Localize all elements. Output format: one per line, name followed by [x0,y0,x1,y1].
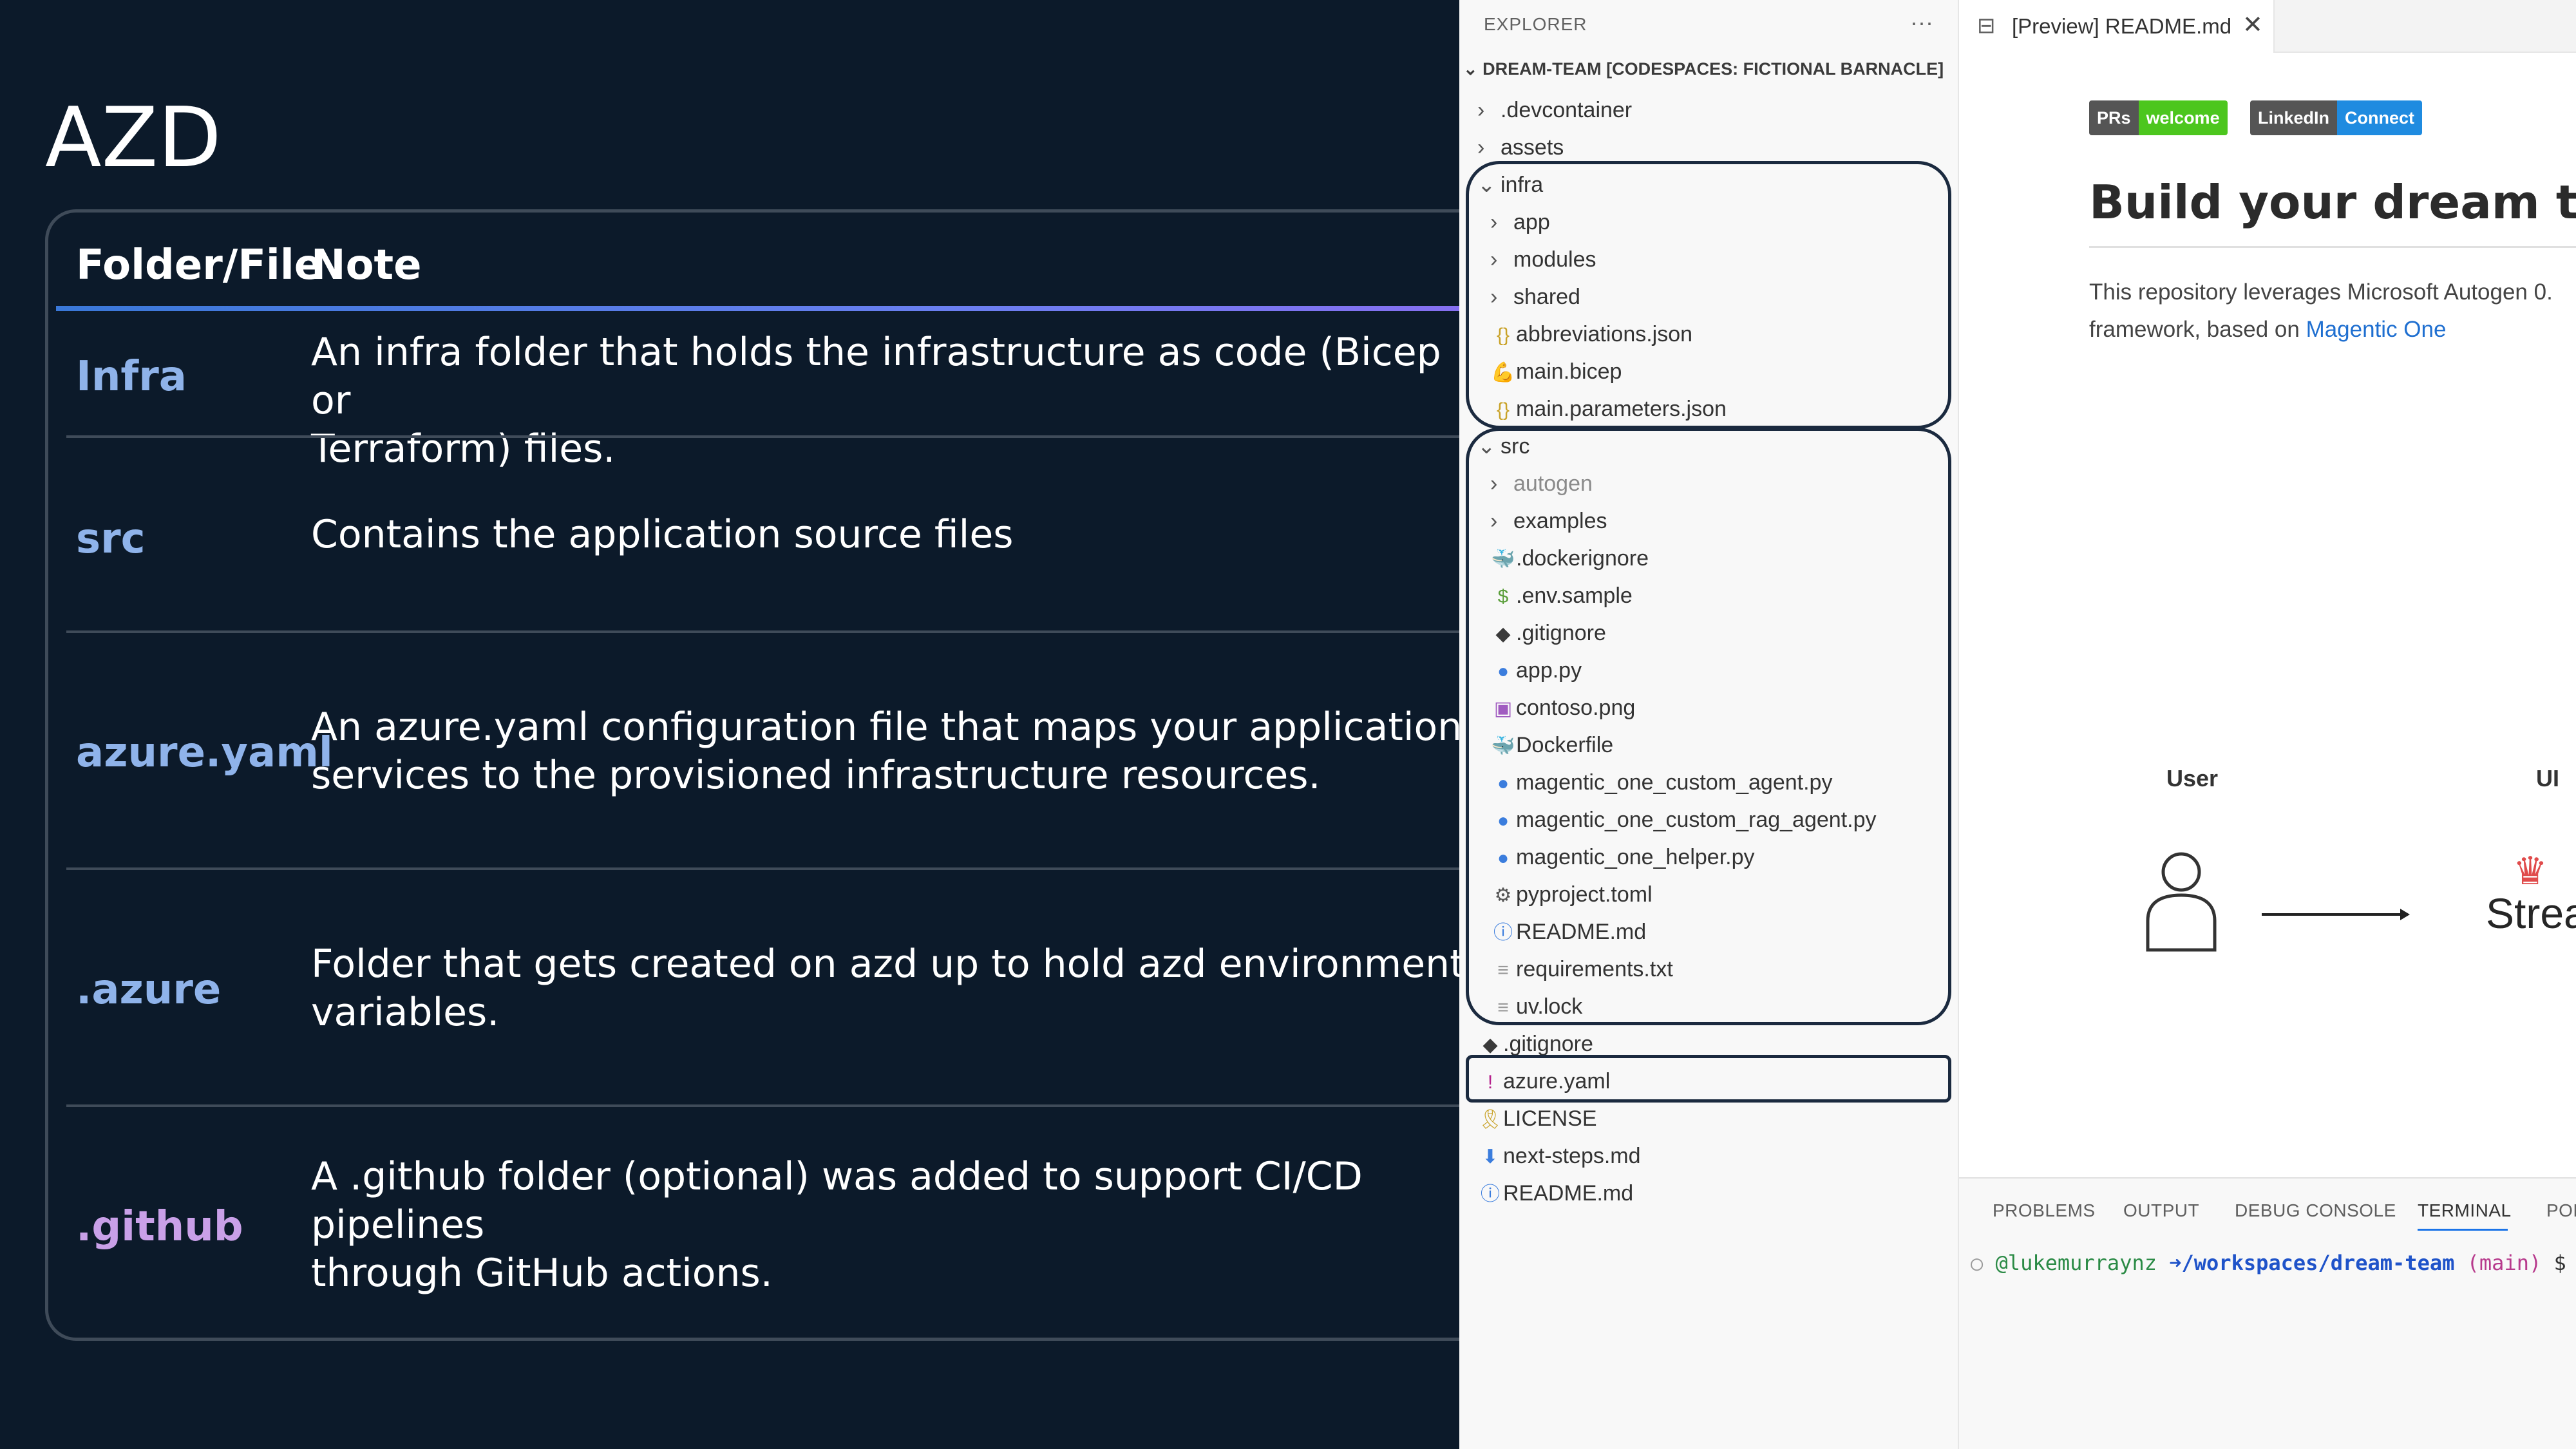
note-line: Folder that gets created on azd up to ho… [311,942,1459,987]
streamlit-logo-icon: ♛ [2513,849,2548,893]
header-divider [56,306,1459,311]
editor-area: ⊟ [Preview] README.md ✕ PRs welcome Link… [1958,0,2576,1449]
panel-tab-problems[interactable]: PROBLEMS [1993,1200,2096,1221]
slide-title: AZD [45,90,222,186]
row-key-infra: Infra [76,353,187,401]
note-line: Contains the application source files [311,512,1014,557]
user-icon [2146,852,2217,952]
arrow-icon [2262,909,2410,920]
row-divider [66,435,1459,438]
diagram-user-label: User [2166,765,2219,791]
readme-paragraph-line2: framework, based on Magentic One [2089,317,2446,343]
note-line: through GitHub actions. [311,1251,773,1296]
badge-left: PRs [2089,100,2139,135]
explorer-panel: EXPLORER ··· ⌄ DREAM-TEAM [CODESPACES: F… [1459,0,1958,1449]
note-line: An infra folder that holds the infrastru… [311,330,1441,423]
badge-right: welcome [2138,100,2228,135]
note-line: services to the provisioned infrastructu… [311,753,1321,798]
note-line: A .github folder (optional) was added to… [311,1154,1363,1247]
diagram-ui-text: Stream [2486,889,2576,937]
panel-tab-output[interactable]: OUTPUT [2123,1200,2199,1221]
infra-highlight [1466,161,1951,429]
header-note: Note [311,242,422,289]
panel-tab-debug-console[interactable]: DEBUG CONSOLE [2235,1200,2396,1221]
close-icon[interactable]: ✕ [2242,10,2263,39]
badge-left: LinkedIn [2250,100,2338,135]
tree-item[interactable]: 🎗LICENSE [1477,1100,1597,1137]
linkedin-connect-badge[interactable]: LinkedIn Connect [2250,100,2423,135]
workspace-label: DREAM-TEAM [CODESPACES: FICTIONAL BARNAC… [1482,59,1944,79]
panel-tab-ports[interactable]: POF [2546,1200,2576,1221]
readme-paragraph-line1: This repository leverages Microsoft Auto… [2089,279,2553,305]
slide: AZD Folder/File Note Infra An infra fold… [0,0,1459,1449]
src-highlight [1466,428,1951,1025]
header-folder-file: Folder/File [76,242,323,289]
tree-item-label: LICENSE [1503,1106,1597,1131]
download-icon: ⬇ [1482,1146,1499,1168]
workspace-root[interactable]: ⌄ DREAM-TEAM [CODESPACES: FICTIONAL BARN… [1463,59,1944,79]
row-key-azure-yaml: azure.yaml [76,729,333,777]
tree-item[interactable]: ⬇ next-steps.md [1477,1137,1641,1175]
note-line: Terraform) files. [311,426,616,471]
azd-table: Folder/File Note Infra An infra folder t… [45,209,1459,1341]
terminal-prompt-symbol: $ [2553,1251,2566,1275]
terminal-user: @lukemurraynz [1995,1251,2157,1275]
tab-bar: ⊟ [Preview] README.md ✕ [1959,0,2576,53]
tree-item-label: next-steps.md [1503,1144,1641,1168]
tree-item-label: .gitignore [1503,1032,1593,1056]
explorer-header: EXPLORER [1484,14,1587,34]
table-header: Folder/File Note [48,213,1459,309]
note-line: An azure.yaml configuration file that ma… [311,705,1459,750]
tab-label: [Preview] README.md [2012,14,2232,38]
row-key-azure-folder: .azure [76,966,222,1014]
row-key-src: src [76,515,146,563]
license-icon: 🎗 [1477,1109,1503,1130]
row-divider [66,1104,1459,1107]
preview-icon: ⊟ [1977,14,1996,38]
tree-item-label: assets [1501,135,1564,160]
tree-item[interactable]: ⓘ README.md [1477,1175,1633,1212]
terminal-arrow: ➜ [2169,1251,2182,1275]
chevron-right-icon: › [1477,135,1485,160]
bottom-panel: PROBLEMS OUTPUT DEBUG CONSOLE TERMINAL P… [1959,1177,2576,1449]
tab-readme-preview[interactable]: ⊟ [Preview] README.md ✕ [1959,0,2275,53]
badge-right: Connect [2337,100,2423,135]
row-key-github: .github [76,1203,243,1251]
readme-heading: Build your dream team [2089,175,2576,229]
row-note-azure-yaml: An azure.yaml configuration file that ma… [311,703,1459,800]
prs-welcome-badge[interactable]: PRs welcome [2089,100,2228,135]
info-icon: ⓘ [1481,1184,1500,1205]
chevron-down-icon: ⌄ [1463,59,1483,79]
paragraph-text: framework, based on [2089,317,2306,342]
active-tab-indicator [2418,1229,2508,1231]
heading-rule [2089,246,2576,248]
status-circle-icon: ○ [1971,1251,1984,1275]
ellipsis-icon[interactable]: ··· [1910,9,1933,36]
azure-yaml-highlight [1466,1055,1951,1103]
terminal-branch: (main) [2467,1251,2542,1275]
panel-tab-terminal[interactable]: TERMINAL [2418,1200,2512,1221]
row-divider [66,867,1459,870]
magentic-one-link[interactable]: Magentic One [2306,317,2447,342]
terminal-prompt[interactable]: ○ @lukemurraynz ➜/workspaces/dream-team … [1971,1251,2576,1277]
row-note-azure-folder: Folder that gets created on azd up to ho… [311,940,1459,1037]
tree-item-label: .devcontainer [1501,98,1633,122]
tree-item[interactable]: › .devcontainer [1477,91,1632,129]
row-note-github: A .github folder (optional) was added to… [311,1153,1459,1298]
terminal-path: /workspaces/dream-team [2181,1251,2455,1275]
diagram-ui-label: UI [2536,765,2559,791]
note-line: variables. [311,990,500,1035]
row-note-src: Contains the application source files [311,511,1459,559]
tree-item-label: README.md [1503,1181,1634,1206]
row-note-infra: An infra folder that holds the infrastru… [311,328,1459,473]
row-divider [66,630,1459,633]
chevron-right-icon: › [1477,98,1485,122]
